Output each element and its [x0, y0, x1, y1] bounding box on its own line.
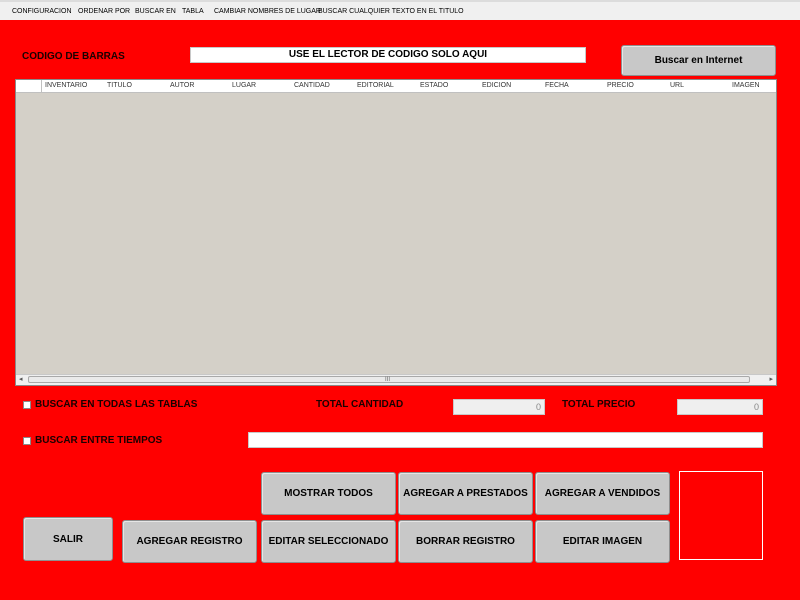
scrollbar-thumb[interactable]: III — [28, 376, 750, 383]
agregar-vendidos-button[interactable]: AGREGAR A VENDIDOS — [535, 472, 670, 515]
search-all-tables-label: BUSCAR EN TODAS LAS TABLAS — [35, 399, 198, 410]
total-precio-label: TOTAL PRECIO — [562, 399, 636, 410]
barcode-input[interactable]: USE EL LECTOR DE CODIGO SOLO AQUI — [190, 47, 586, 63]
column-header-imagen[interactable]: IMAGEN — [732, 82, 760, 89]
row-header-gutter — [16, 80, 42, 92]
time-range-input[interactable] — [248, 432, 763, 448]
column-header-lugar[interactable]: LUGAR — [232, 82, 256, 89]
editar-seleccionado-button[interactable]: EDITAR SELECCIONADO — [261, 520, 396, 563]
table-header: INVENTARIO TITULO AUTOR LUGAR CANTIDAD E… — [16, 80, 776, 93]
search-internet-button[interactable]: Buscar en Internet — [621, 45, 776, 76]
agregar-registro-button[interactable]: AGREGAR REGISTRO — [122, 520, 257, 563]
horizontal-scrollbar[interactable]: ◂ III ▸ — [16, 374, 776, 385]
column-header-autor[interactable]: AUTOR — [170, 82, 194, 89]
column-header-cantidad[interactable]: CANTIDAD — [294, 82, 330, 89]
total-precio-field: 0 — [677, 399, 763, 415]
total-cantidad-field: 0 — [453, 399, 545, 415]
image-preview — [679, 471, 763, 560]
column-header-edicion[interactable]: EDICION — [482, 82, 511, 89]
total-cantidad-label: TOTAL CANTIDAD — [316, 399, 404, 410]
mostrar-todos-button[interactable]: MOSTRAR TODOS — [261, 472, 396, 515]
scroll-right-arrow-icon[interactable]: ▸ — [769, 375, 773, 383]
column-header-url[interactable]: URL — [670, 82, 684, 89]
column-header-titulo[interactable]: TITULO — [107, 82, 132, 89]
column-header-fecha[interactable]: FECHA — [545, 82, 569, 89]
menu-ordenar-por[interactable]: ORDENAR POR — [78, 8, 130, 15]
menu-buscar-en[interactable]: BUSCAR EN — [135, 8, 176, 15]
menu-tabla[interactable]: TABLA — [182, 8, 204, 15]
salir-button[interactable]: SALIR — [23, 517, 113, 561]
agregar-prestados-button[interactable]: AGREGAR A PRESTADOS — [398, 472, 533, 515]
search-between-times-label: BUSCAR ENTRE TIEMPOS — [35, 435, 163, 446]
menu-configuracion[interactable]: CONFIGURACION — [12, 8, 72, 15]
search-all-tables-checkbox[interactable] — [23, 401, 31, 409]
search-between-times-checkbox[interactable] — [23, 437, 31, 445]
records-table[interactable]: INVENTARIO TITULO AUTOR LUGAR CANTIDAD E… — [15, 79, 777, 386]
menu-bar: CONFIGURACION ORDENAR POR BUSCAR EN TABL… — [0, 0, 800, 20]
column-header-inventario[interactable]: INVENTARIO — [45, 82, 87, 89]
column-header-estado[interactable]: ESTADO — [420, 82, 448, 89]
column-header-precio[interactable]: PRECIO — [607, 82, 634, 89]
menu-cambiar-nombres-de-lugar[interactable]: CAMBIAR NOMBRES DE LUGAR — [214, 8, 321, 15]
editar-imagen-button[interactable]: EDITAR IMAGEN — [535, 520, 670, 563]
menu-buscar-texto-titulo[interactable]: BUSCAR CUALQUIER TEXTO EN EL TITULO — [318, 8, 464, 15]
column-header-editorial[interactable]: EDITORIAL — [357, 82, 394, 89]
borrar-registro-button[interactable]: BORRAR REGISTRO — [398, 520, 533, 563]
scrollbar-grip-icon: III — [385, 377, 391, 383]
scroll-left-arrow-icon[interactable]: ◂ — [19, 375, 23, 383]
barcode-label: CODIGO DE BARRAS — [22, 51, 125, 62]
